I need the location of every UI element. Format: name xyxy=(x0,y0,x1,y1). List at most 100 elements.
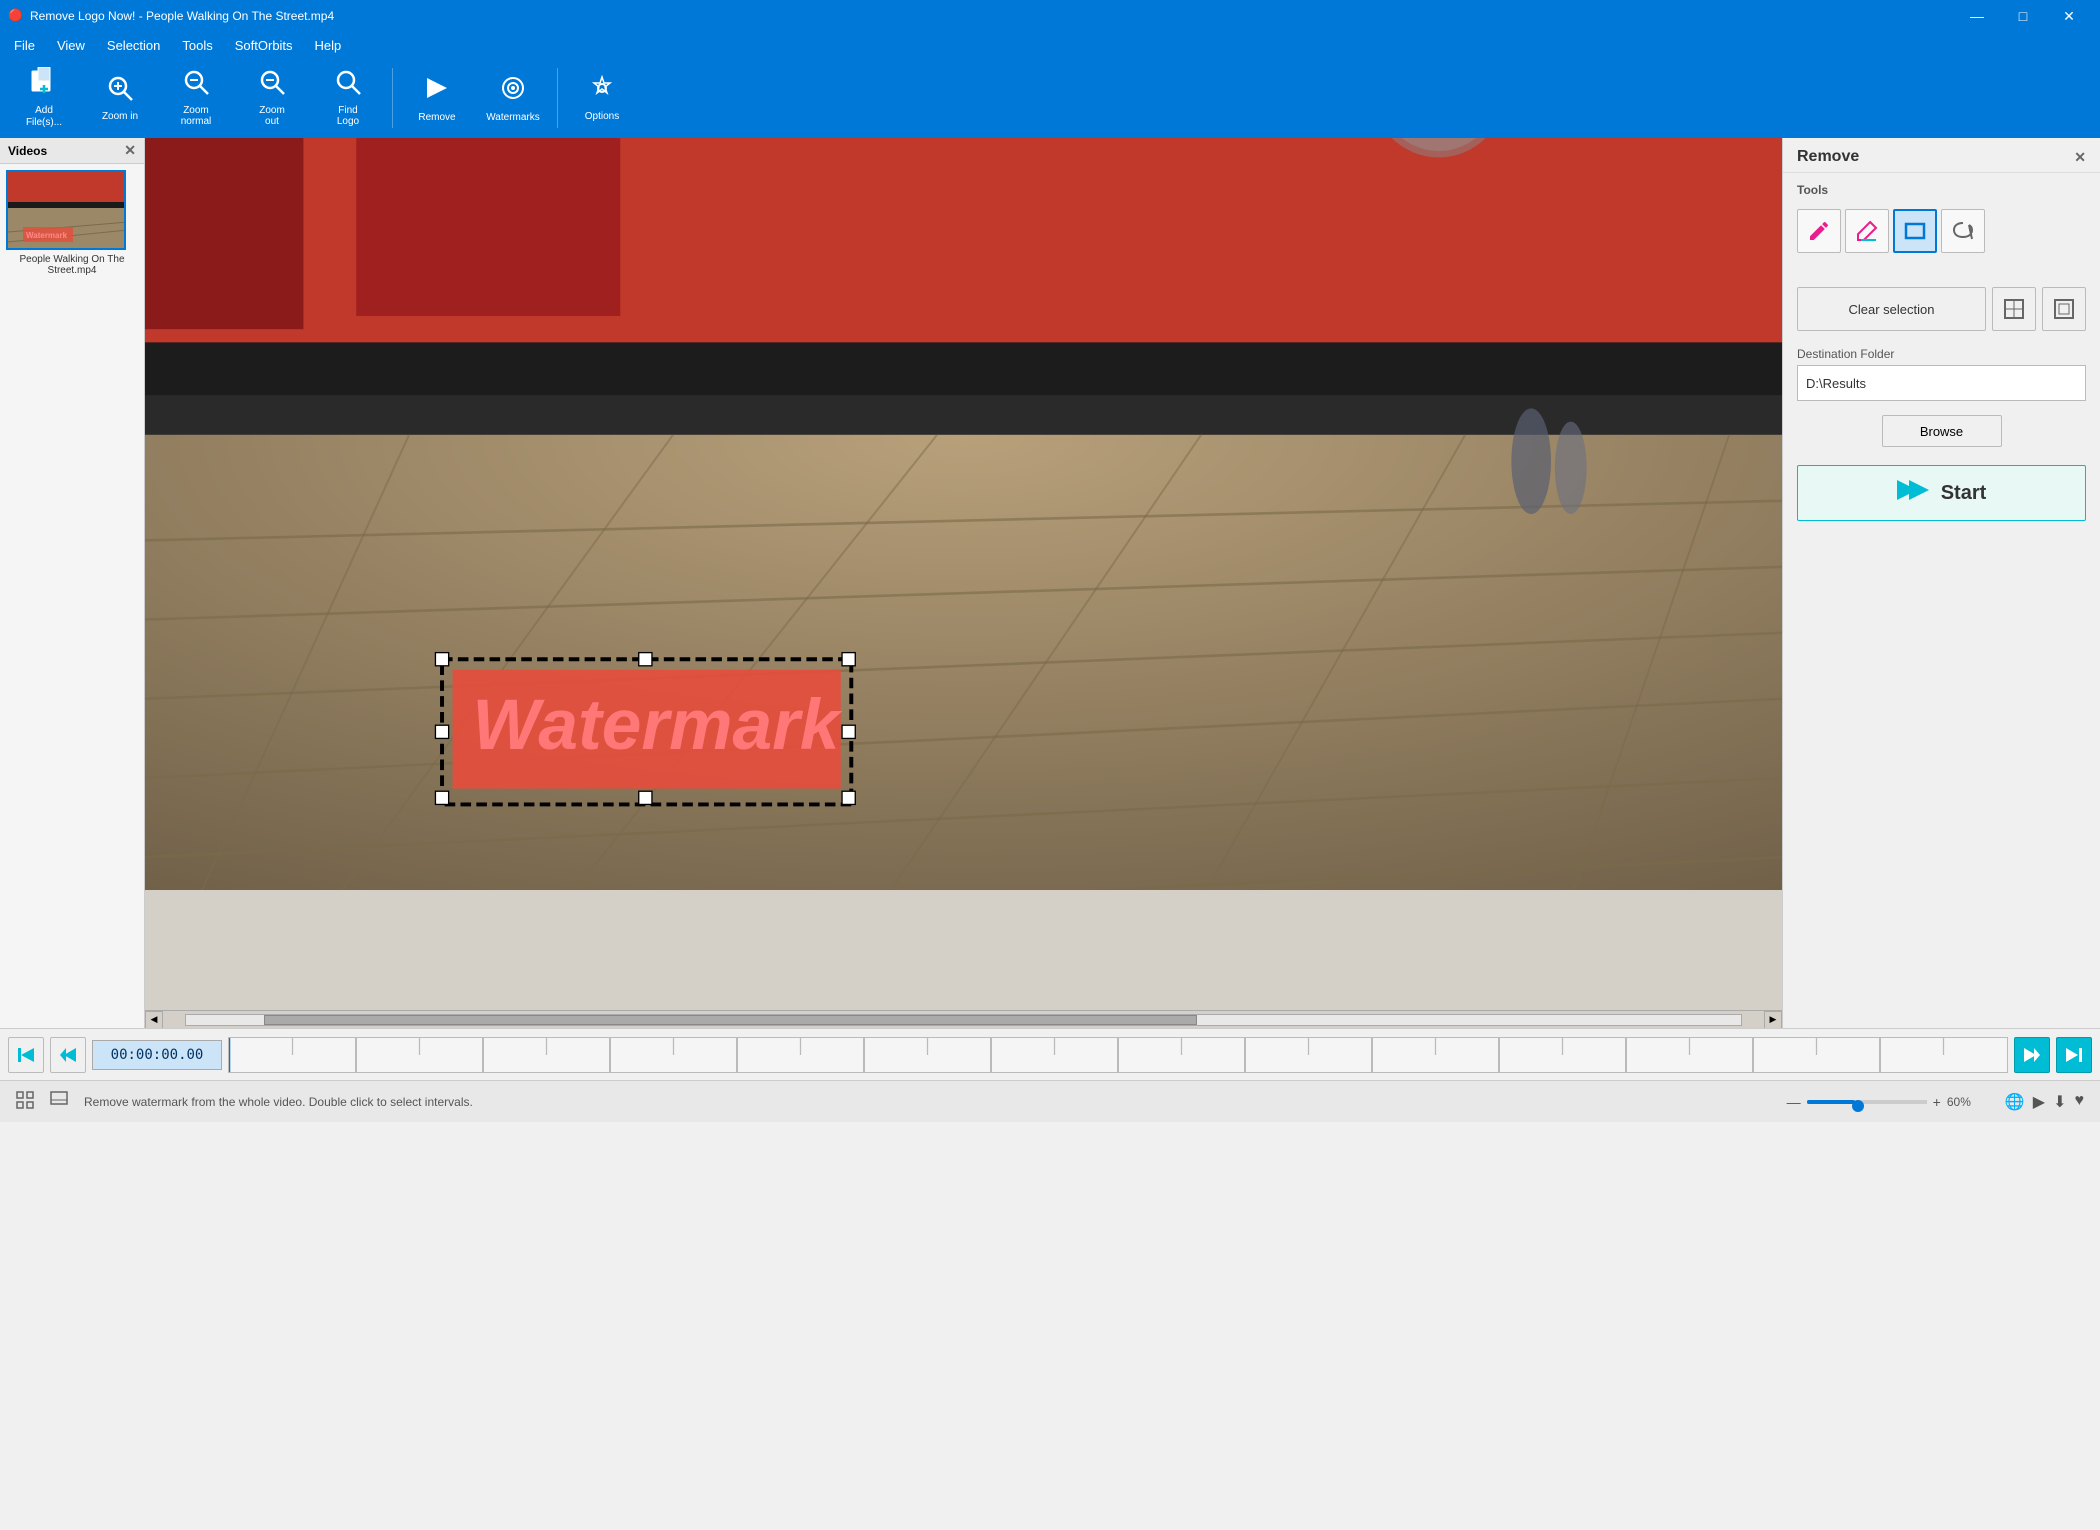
fit-height-button[interactable] xyxy=(2042,287,2086,331)
zoom-out-status-button[interactable]: — xyxy=(1787,1094,1801,1110)
options-button[interactable]: Options xyxy=(566,62,638,134)
panel-header: Videos ✕ xyxy=(0,138,144,164)
add-files-button[interactable]: AddFile(s)... xyxy=(8,62,80,134)
destination-input[interactable] xyxy=(1797,365,2086,401)
prev-frame-button[interactable] xyxy=(50,1037,86,1073)
close-button[interactable]: ✕ xyxy=(2046,0,2092,32)
snap-view-button[interactable] xyxy=(50,1091,68,1112)
timeline-controls: 00:00:00.00 xyxy=(0,1028,2100,1080)
right-panel: Remove ✕ Tools xyxy=(1782,138,2100,1028)
h-scrollbar: ◀ ▶ xyxy=(145,1010,1782,1028)
status-message: Remove watermark from the whole video. D… xyxy=(84,1095,473,1109)
menu-softorbits[interactable]: SoftOrbits xyxy=(225,32,303,58)
lasso-tool-button[interactable] xyxy=(1941,209,1985,253)
watermarks-button[interactable]: Watermarks xyxy=(477,62,549,134)
zoom-in-icon xyxy=(107,75,133,107)
rectangle-icon xyxy=(1903,219,1927,243)
rewind-button[interactable] xyxy=(8,1037,44,1073)
zoom-controls: — + 60% 🌐 ▶ ⬇ ♥ xyxy=(1787,1092,2084,1112)
zoom-out-label: Zoomout xyxy=(259,105,285,127)
toolbar: AddFile(s)... Zoom in Zoomnormal Zoomout… xyxy=(0,58,2100,138)
video-thumbnail-container[interactable]: Watermark People Walking On The Street.m… xyxy=(0,164,144,282)
options-label: Options xyxy=(585,111,619,122)
lasso-icon xyxy=(1951,219,1975,243)
rewind-icon xyxy=(16,1045,36,1065)
title-bar-left: 🔴 Remove Logo Now! - People Walking On T… xyxy=(8,8,334,24)
browse-button[interactable]: Browse xyxy=(1882,415,2002,447)
scrollbar-thumb[interactable] xyxy=(264,1015,1197,1025)
snap-grid-button[interactable] xyxy=(16,1091,34,1112)
start-arrow-icon xyxy=(1897,476,1929,511)
svg-text:Watermark: Watermark xyxy=(26,231,68,240)
zoom-normal-button[interactable]: Zoomnormal xyxy=(160,62,232,134)
zoom-out-button[interactable]: Zoomout xyxy=(236,62,308,134)
destination-section: Destination Folder xyxy=(1783,339,2100,409)
heart-icon[interactable]: ♥ xyxy=(2075,1092,2085,1112)
web-icon[interactable]: 🌐 xyxy=(2005,1092,2025,1112)
panel-close-button[interactable]: ✕ xyxy=(124,142,136,159)
left-panel: Videos ✕ Watermar xyxy=(0,138,145,1028)
scrollbar-track xyxy=(185,1014,1742,1026)
play-icon[interactable]: ▶ xyxy=(2033,1092,2045,1112)
next-frame-button[interactable] xyxy=(2014,1037,2050,1073)
selection-row: Clear selection xyxy=(1783,279,2100,339)
add-files-icon xyxy=(30,67,58,101)
fit-width-icon xyxy=(2003,298,2025,320)
right-panel-close-button[interactable]: ✕ xyxy=(2074,149,2086,166)
scroll-right-button[interactable]: ▶ xyxy=(1764,1011,1782,1029)
eraser-tool-button[interactable] xyxy=(1845,209,1889,253)
remove-button[interactable]: Remove xyxy=(401,62,473,134)
spacer1 xyxy=(1783,259,2100,279)
zoom-normal-label: Zoomnormal xyxy=(181,105,212,127)
menu-file[interactable]: File xyxy=(4,32,45,58)
menu-selection[interactable]: Selection xyxy=(97,32,170,58)
svg-text:Watermark: Watermark xyxy=(472,685,842,765)
download-icon[interactable]: ⬇ xyxy=(2053,1092,2066,1112)
zoom-normal-icon xyxy=(183,69,209,101)
timeline-ruler[interactable] xyxy=(228,1037,2008,1073)
watermarks-label: Watermarks xyxy=(486,112,540,123)
window-title: Remove Logo Now! - People Walking On The… xyxy=(30,9,334,23)
zoom-slider[interactable] xyxy=(1807,1100,1927,1104)
video-frame: Watermark xyxy=(145,138,1782,890)
scroll-left-button[interactable]: ◀ xyxy=(145,1011,163,1029)
title-bar: 🔴 Remove Logo Now! - People Walking On T… xyxy=(0,0,2100,32)
snap-grid-icon xyxy=(16,1091,34,1109)
eraser-icon xyxy=(1855,219,1879,243)
app-icon: 🔴 xyxy=(8,8,24,24)
arrow-right-icon xyxy=(1897,476,1929,504)
zoom-thumb xyxy=(1852,1100,1864,1112)
timeline-ruler-svg xyxy=(229,1038,2007,1072)
pencil-tool-button[interactable] xyxy=(1797,209,1841,253)
watermarks-icon xyxy=(499,74,527,108)
video-background: Watermark xyxy=(145,138,1782,890)
main-content: Videos ✕ Watermar xyxy=(0,138,2100,1028)
menu-help[interactable]: Help xyxy=(305,32,352,58)
menu-view[interactable]: View xyxy=(47,32,95,58)
title-bar-controls: — □ ✕ xyxy=(1954,0,2092,32)
rectangle-tool-button[interactable] xyxy=(1893,209,1937,253)
fit-height-icon xyxy=(2053,298,2075,320)
clear-selection-button[interactable]: Clear selection xyxy=(1797,287,1986,331)
start-button[interactable]: Start xyxy=(1797,465,2086,521)
menu-tools[interactable]: Tools xyxy=(172,32,222,58)
zoom-in-button[interactable]: Zoom in xyxy=(84,62,156,134)
find-logo-icon xyxy=(335,69,361,101)
zoom-in-status-button[interactable]: + xyxy=(1933,1094,1941,1110)
right-panel-header: Remove ✕ xyxy=(1783,138,2100,173)
maximize-button[interactable]: □ xyxy=(2000,0,2046,32)
prev-frame-icon xyxy=(58,1045,78,1065)
menu-bar: File View Selection Tools SoftOrbits Hel… xyxy=(0,32,2100,58)
last-frame-button[interactable] xyxy=(2056,1037,2092,1073)
start-label: Start xyxy=(1941,482,1987,505)
status-bar: Remove watermark from the whole video. D… xyxy=(0,1080,2100,1122)
find-logo-button[interactable]: FindLogo xyxy=(312,62,384,134)
next-frame-icon xyxy=(2022,1045,2042,1065)
minimize-button[interactable]: — xyxy=(1954,0,2000,32)
fit-width-button[interactable] xyxy=(1992,287,2036,331)
social-icons: 🌐 ▶ ⬇ ♥ xyxy=(2005,1092,2084,1112)
toolbar-sep2 xyxy=(557,68,558,128)
status-left: Remove watermark from the whole video. D… xyxy=(16,1091,473,1112)
video-canvas: Watermark ◀ ▶ xyxy=(145,138,1782,1028)
zoom-out-icon xyxy=(259,69,285,101)
